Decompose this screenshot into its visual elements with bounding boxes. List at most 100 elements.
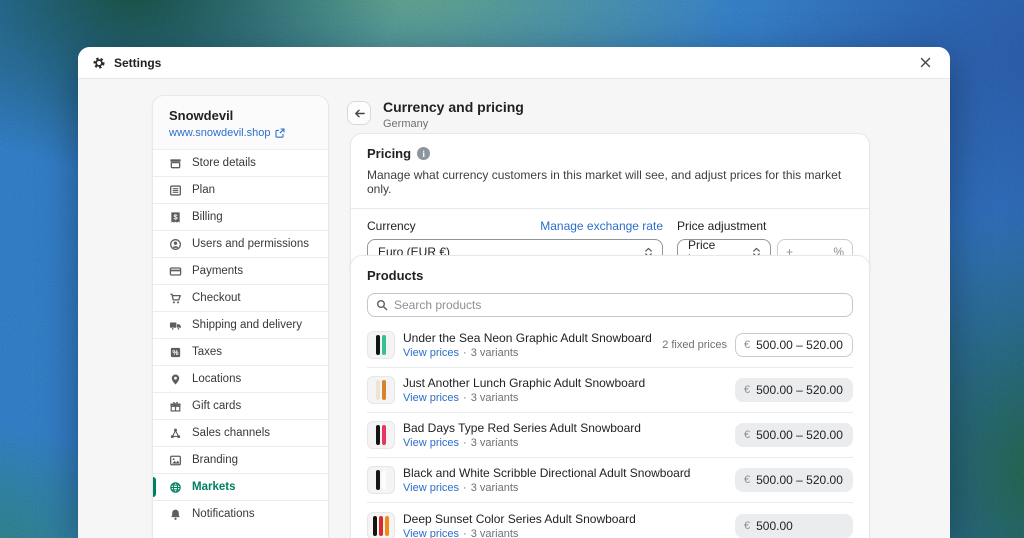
sidebar-item-label: Store details [192, 157, 256, 169]
variants-count: 3 variants [471, 392, 519, 404]
view-prices-link[interactable]: View prices [403, 528, 459, 538]
product-name: Under the Sea Neon Graphic Adult Snowboa… [403, 331, 652, 345]
globe-icon [169, 481, 182, 494]
sidebar-item-label: Billing [192, 211, 223, 223]
sidebar-item-label: Taxes [192, 346, 222, 358]
store-icon [169, 157, 182, 170]
product-row: Under the Sea Neon Graphic Adult Snowboa… [367, 323, 853, 368]
info-icon[interactable]: i [417, 147, 430, 160]
separator: · [463, 437, 467, 449]
sidebar-item-label: Checkout [192, 292, 241, 304]
truck-icon [169, 319, 182, 332]
settings-modal: Settings Snowdevil www.snowdevil.shop [78, 47, 950, 538]
close-icon [920, 57, 931, 68]
checkout-icon [169, 292, 182, 305]
sidebar-item-taxes[interactable]: % Taxes [153, 338, 328, 365]
variants-count: 3 variants [471, 528, 519, 538]
page-header: Currency and pricing Germany [347, 99, 524, 130]
sidebar-item-markets[interactable]: Markets [153, 473, 328, 500]
branding-icon [169, 454, 182, 467]
product-search[interactable] [367, 293, 853, 317]
sidebar-item-branding[interactable]: Branding [153, 446, 328, 473]
view-prices-link[interactable]: View prices [403, 347, 459, 359]
currency-symbol: € [744, 384, 750, 396]
page-subtitle: Germany [383, 118, 524, 130]
sidebar-item-label: Notifications [192, 508, 255, 520]
product-row: Bad Days Type Red Series Adult Snowboard… [367, 413, 853, 458]
view-prices-link[interactable]: View prices [403, 392, 459, 404]
separator: · [463, 482, 467, 494]
variants-count: 3 variants [471, 437, 519, 449]
currency-symbol: € [744, 474, 750, 486]
sidebar-item-label: Gift cards [192, 400, 241, 412]
price-adjustment-label: Price adjustment [677, 219, 766, 233]
variants-count: 3 variants [471, 482, 519, 494]
product-thumbnail [367, 512, 395, 538]
sidebar-item-locations[interactable]: Locations [153, 365, 328, 392]
price-value: 500.00 – 520.00 [756, 383, 843, 397]
sidebar-item-gift-cards[interactable]: Gift cards [153, 392, 328, 419]
product-thumbnail [367, 466, 395, 494]
view-prices-link[interactable]: View prices [403, 482, 459, 494]
pricing-title: Pricing [367, 146, 411, 161]
bell-icon [169, 508, 182, 521]
product-row: Deep Sunset Color Series Adult Snowboard… [367, 503, 853, 538]
sidebar-item-plan[interactable]: Plan [153, 176, 328, 203]
price-value: 500.00 – 520.00 [756, 338, 843, 352]
modal-header: Settings [78, 47, 950, 79]
view-prices-link[interactable]: View prices [403, 437, 459, 449]
external-link-icon [275, 128, 285, 138]
taxes-icon: % [169, 346, 182, 359]
currency-symbol: € [744, 429, 750, 441]
products-card: Products Under the Sea Neon Graphic Adul… [350, 255, 870, 538]
sidebar-item-shipping[interactable]: Shipping and delivery [153, 311, 328, 338]
payments-icon [169, 265, 182, 278]
sidebar-item-users[interactable]: Users and permissions [153, 230, 328, 257]
sidebar-item-payments[interactable]: Payments [153, 257, 328, 284]
gift-icon [169, 400, 182, 413]
store-url-link[interactable]: www.snowdevil.shop [169, 127, 312, 139]
sidebar-item-store-details[interactable]: Store details [153, 149, 328, 176]
sidebar-item-label: Markets [192, 481, 235, 493]
settings-sidebar: Snowdevil www.snowdevil.shop Store detai… [152, 95, 329, 538]
close-button[interactable] [914, 52, 936, 74]
product-row: Just Another Lunch Graphic Adult Snowboa… [367, 368, 853, 413]
sidebar-item-checkout[interactable]: Checkout [153, 284, 328, 311]
currency-label: Currency [367, 219, 416, 233]
separator: · [463, 528, 467, 538]
price-value: 500.00 – 520.00 [756, 473, 843, 487]
price-field: € 500.00 – 520.00 [735, 378, 853, 402]
product-list: Under the Sea Neon Graphic Adult Snowboa… [367, 323, 853, 538]
currency-symbol: € [744, 520, 750, 532]
sidebar-item-label: Shipping and delivery [192, 319, 302, 331]
product-thumbnail [367, 376, 395, 404]
price-field: € 500.00 – 520.00 [735, 423, 853, 447]
price-value: 500.00 – 520.00 [756, 428, 843, 442]
modal-body: Snowdevil www.snowdevil.shop Store detai… [78, 79, 950, 538]
page-title: Currency and pricing [383, 99, 524, 115]
product-thumbnail [367, 331, 395, 359]
sidebar-item-sales-channels[interactable]: Sales channels [153, 419, 328, 446]
plan-icon [169, 184, 182, 197]
product-name: Just Another Lunch Graphic Adult Snowboa… [403, 376, 645, 390]
back-button[interactable] [347, 101, 371, 125]
gear-icon [92, 56, 106, 70]
price-field: € 500.00 – 520.00 [735, 468, 853, 492]
users-icon [169, 238, 182, 251]
sidebar-item-label: Plan [192, 184, 215, 196]
price-field[interactable]: € 500.00 – 520.00 [735, 333, 853, 357]
search-input[interactable] [394, 298, 844, 312]
store-url-text: www.snowdevil.shop [169, 127, 271, 139]
store-name: Snowdevil [169, 108, 312, 123]
sidebar-item-label: Payments [192, 265, 243, 277]
modal-title: Settings [114, 56, 161, 70]
manage-exchange-rate-link[interactable]: Manage exchange rate [540, 219, 663, 233]
sidebar-item-label: Sales channels [192, 427, 270, 439]
sidebar-item-billing[interactable]: $ Billing [153, 203, 328, 230]
products-title: Products [367, 268, 853, 283]
sidebar-item-label: Branding [192, 454, 238, 466]
sidebar-item-notifications[interactable]: Notifications [153, 500, 328, 527]
currency-symbol: € [744, 339, 750, 351]
store-header: Snowdevil www.snowdevil.shop [153, 96, 328, 149]
product-thumbnail [367, 421, 395, 449]
